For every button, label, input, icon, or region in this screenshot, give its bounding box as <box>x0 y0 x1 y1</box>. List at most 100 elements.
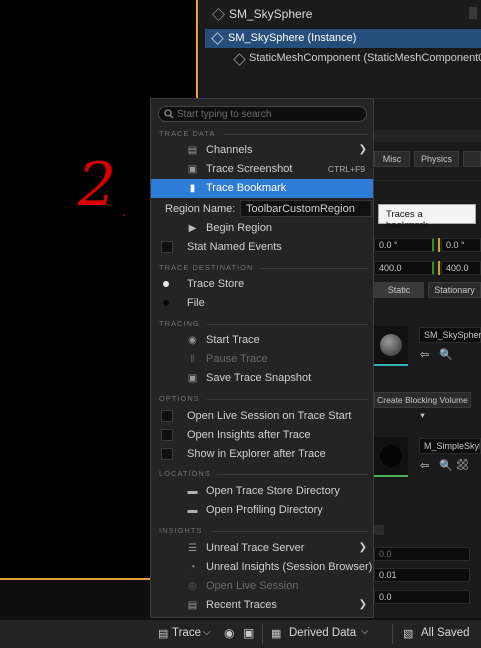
scroll-handle[interactable] <box>469 7 477 19</box>
use-selected-icon[interactable]: ⇦ <box>420 348 429 361</box>
menu-item-file[interactable]: File <box>151 294 373 313</box>
section-divider <box>217 474 368 475</box>
browse-asset-icon[interactable]: 🔍 <box>439 348 453 361</box>
menu-item-open-live-session[interactable]: ◎ Open Live Session <box>151 577 373 596</box>
region-name-input[interactable]: ToolbarCustomRegion <box>240 200 372 217</box>
scale-z-field[interactable]: 400.0 <box>441 261 481 275</box>
section-tracing: TRACING <box>159 319 200 328</box>
mobility-stationary[interactable]: Stationary <box>428 282 481 298</box>
material-thumbnail[interactable] <box>374 437 408 477</box>
section-divider <box>261 268 368 269</box>
value-field-1[interactable]: 0.0 <box>374 547 470 561</box>
status-bar: ▤ Trace ⌵ ◉ ▣ ▦ Derived Data ⌵ ▧ All Sav… <box>0 619 481 648</box>
use-selected-icon[interactable]: ⇦ <box>420 459 429 472</box>
tab-misc[interactable]: Misc <box>374 151 410 167</box>
axis-marker <box>438 261 440 275</box>
menu-item-trace-screenshot[interactable]: ▣ Trace Screenshot CTRL+F9 <box>151 160 373 179</box>
checker-icon[interactable] <box>457 459 468 470</box>
mobility-static[interactable]: Static <box>374 282 424 298</box>
menu-item-label: Unreal Trace Server <box>206 542 305 554</box>
menu-item-unreal-trace-server[interactable]: ☰ Unreal Trace Server ❯ <box>151 539 373 558</box>
outliner-top-item[interactable]: SM_SkySphere <box>229 7 312 21</box>
menu-item-unreal-insights[interactable]: ◔ Unreal Insights (Session Browser) <box>151 558 373 577</box>
menu-item-label: Pause Trace <box>206 353 268 365</box>
browse-asset-icon[interactable]: 🔍 <box>439 459 453 472</box>
menu-item-save-trace-snapshot[interactable]: ▣ Save Trace Snapshot <box>151 369 373 388</box>
section-divider <box>207 324 368 325</box>
mesh-asset-field[interactable]: SM_SkySphere <box>419 327 481 343</box>
menu-item-label: File <box>187 297 205 309</box>
all-saved-button[interactable]: ▧ All Saved <box>403 625 477 643</box>
screenshot-icon: ▣ <box>187 164 198 175</box>
menu-item-label: Save Trace Snapshot <box>206 372 312 384</box>
pause-icon: ‖ <box>190 354 195 365</box>
derived-data-icon: ▦ <box>271 628 282 640</box>
material-asset-field[interactable]: M_SimpleSkyDo <box>419 438 481 454</box>
value-field-2[interactable]: 0.01 <box>374 568 470 582</box>
menu-item-show-in-explorer[interactable]: Show in Explorer after Trace <box>151 445 373 464</box>
all-saved-label: All Saved <box>421 627 470 639</box>
chevron-down-icon: ⌵ <box>361 626 369 637</box>
menu-item-label: Channels <box>206 144 253 156</box>
menu-item-label: Open Insights after Trace <box>187 429 311 441</box>
recent-traces-icon: ▤ <box>187 600 198 611</box>
menu-item-begin-region[interactable]: ▶ Begin Region <box>151 219 373 238</box>
menu-item-label: Begin Region <box>206 222 273 234</box>
menu-item-open-insights-after-trace[interactable]: Open Insights after Trace <box>151 426 373 445</box>
snapshot-icon: ▣ <box>187 373 198 384</box>
menu-item-open-profiling-directory[interactable]: ▬ Open Profiling Directory <box>151 501 373 520</box>
server-icon: ☰ <box>188 543 197 554</box>
menu-item-pause-trace[interactable]: ‖ Pause Trace <box>151 350 373 369</box>
menu-item-trace-bookmark[interactable]: ▮ Trace Bookmark <box>151 179 373 198</box>
scale-y-field[interactable]: 400.0 <box>374 261 434 275</box>
value-field-3[interactable]: 0.0 <box>374 590 470 604</box>
menu-search-box[interactable] <box>158 106 367 122</box>
menu-item-label: Trace Store <box>187 278 245 290</box>
checkbox[interactable] <box>161 448 173 460</box>
menu-item-label: Unreal Insights (Session Browser) <box>206 561 373 573</box>
annotation-dot: . <box>122 203 126 219</box>
outliner-component-row[interactable]: StaticMeshComponent (StaticMeshComponent… <box>205 50 481 68</box>
radio-unselected[interactable] <box>163 300 169 306</box>
channels-icon: ▤ <box>187 145 198 156</box>
checkbox[interactable] <box>161 429 173 441</box>
insights-icon: ◔ <box>189 562 196 573</box>
menu-item-stat-named-events[interactable]: Stat Named Events <box>151 238 373 257</box>
static-mesh-icon <box>212 8 225 21</box>
outliner-selected-row[interactable]: SM_SkySphere (Instance) <box>205 29 481 48</box>
material-preview <box>380 445 402 467</box>
menu-item-start-trace[interactable]: ◉ Start Trace <box>151 331 373 350</box>
static-mesh-icon <box>211 32 224 45</box>
menu-search-input[interactable] <box>177 108 362 120</box>
rotation-y-field[interactable]: 0.0 ° <box>374 238 434 252</box>
shortcut-label: CTRL+F9 <box>327 164 365 174</box>
trace-label: Trace <box>172 627 201 639</box>
menu-item-open-live-session-on-start[interactable]: Open Live Session on Trace Start <box>151 407 373 426</box>
menu-item-label: Show in Explorer after Trace <box>187 448 326 460</box>
mesh-thumbnail[interactable] <box>374 326 408 366</box>
screenshot-icon[interactable]: ▣ <box>243 626 254 640</box>
chevron-right-icon: ❯ <box>358 144 367 155</box>
create-blocking-volume-dropdown[interactable]: Create Blocking Volume ▾ <box>374 392 471 420</box>
sphere-preview <box>380 334 402 356</box>
menu-item-label: Open Live Session <box>206 580 299 592</box>
menu-item-label: Trace Bookmark <box>206 182 287 194</box>
rotation-z-field[interactable]: 0.0 ° <box>441 238 481 252</box>
menu-item-channels[interactable]: ▤ Channels ❯ <box>151 141 373 160</box>
menu-item-label: Recent Traces <box>206 599 277 611</box>
tab-physics[interactable]: Physics <box>414 151 459 167</box>
small-field[interactable] <box>374 525 384 535</box>
bookmark-icon: ▮ <box>189 183 196 194</box>
axis-marker <box>438 238 440 252</box>
menu-item-recent-traces[interactable]: ▤ Recent Traces ❯ <box>151 596 373 615</box>
tab-more[interactable] <box>463 151 481 167</box>
radio-selected[interactable] <box>163 281 169 287</box>
checkbox[interactable] <box>161 410 173 422</box>
derived-data-button[interactable]: ▦ Derived Data ⌵ <box>271 625 375 643</box>
stat-named-events-checkbox[interactable] <box>161 241 173 253</box>
menu-item-open-trace-store-directory[interactable]: ▬ Open Trace Store Directory <box>151 482 373 501</box>
menu-item-trace-store[interactable]: Trace Store <box>151 275 373 294</box>
chevron-right-icon: ❯ <box>358 542 367 553</box>
record-trace-icon[interactable]: ◉ <box>224 626 234 640</box>
menu-item-label: Trace Screenshot <box>206 163 293 175</box>
